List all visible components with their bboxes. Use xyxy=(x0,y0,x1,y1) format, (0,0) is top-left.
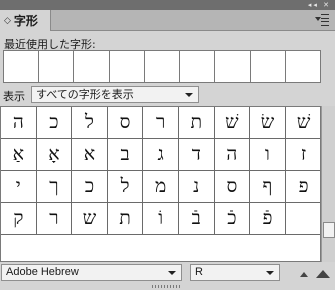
glyph-cell[interactable]: בֿ xyxy=(178,203,215,235)
glyph-grid-scrollbar[interactable] xyxy=(321,106,335,262)
glyph-cell[interactable]: ת xyxy=(178,107,215,139)
tab-label: 字形 xyxy=(13,14,38,28)
font-style-select[interactable]: R xyxy=(190,264,280,281)
display-label: 表示 xyxy=(3,90,25,103)
chevron-down-icon xyxy=(185,93,193,97)
glyph-cell[interactable]: ל xyxy=(72,107,108,139)
glyph-cell[interactable]: מ xyxy=(143,171,179,203)
resize-grip[interactable] xyxy=(152,285,182,288)
glyph-grid: ה כ ל ס ר ת שׁ שׂ שׁ אַ אָ א ב ג ד ה ו ז י ך כ ל מ נ ס ף פ ק ר ש ת וֹ בֿ… xyxy=(1,107,320,235)
glyph-cell[interactable]: כ xyxy=(36,107,73,139)
chevron-icon[interactable]: ◇ xyxy=(4,16,11,26)
panel-title-bar[interactable]: ◂◂ ✕ xyxy=(0,0,335,10)
panel-controls[interactable]: ◂◂ ✕ xyxy=(308,1,331,9)
large-mountain-icon xyxy=(316,270,330,278)
display-row: 表示 すべての字形を表示 xyxy=(0,86,335,104)
font-family-value: Adobe Hebrew xyxy=(6,266,79,278)
glyph-cell[interactable]: ז xyxy=(285,139,320,171)
font-style-value: R xyxy=(195,266,203,278)
glyph-cell[interactable]: וֹ xyxy=(143,203,179,235)
recent-glyphs-grid xyxy=(3,50,321,83)
glyph-cell[interactable]: ב xyxy=(107,139,144,171)
recent-glyph-slot[interactable] xyxy=(251,51,286,82)
glyph-cell[interactable]: י xyxy=(1,171,37,203)
recent-glyph-slot[interactable] xyxy=(286,51,320,82)
recent-glyph-slot[interactable] xyxy=(4,51,40,82)
zoom-in-button[interactable] xyxy=(315,267,331,279)
glyph-cell[interactable]: אָ xyxy=(36,139,73,171)
scrollbar-thumb[interactable] xyxy=(323,222,335,238)
menu-arrow-icon xyxy=(315,17,321,21)
glyph-cell[interactable]: ג xyxy=(143,139,179,171)
tab-glyphs[interactable]: ◇ 字形 xyxy=(0,10,51,31)
glyph-cell[interactable]: ר xyxy=(36,203,73,235)
glyph-cell[interactable]: ה xyxy=(1,107,37,139)
small-mountain-icon xyxy=(300,272,308,277)
chevron-down-icon xyxy=(266,271,274,275)
font-row: Adobe Hebrew R xyxy=(0,264,335,282)
glyph-cell[interactable]: ל xyxy=(107,171,144,203)
panel-menu-button[interactable] xyxy=(315,14,329,26)
glyph-cell[interactable]: שׁ xyxy=(285,107,320,139)
zoom-out-button[interactable] xyxy=(296,267,312,279)
glyph-cell[interactable]: ף xyxy=(250,171,286,203)
display-filter-value: すべての字形を表示 xyxy=(36,88,134,101)
glyph-cell[interactable]: פֿ xyxy=(250,203,286,235)
tab-strip: ◇ 字形 xyxy=(0,10,335,31)
glyph-cell[interactable]: ה xyxy=(214,139,251,171)
glyph-cell[interactable]: ס xyxy=(107,107,144,139)
glyph-cell[interactable]: ס xyxy=(214,171,251,203)
glyph-cell[interactable]: א xyxy=(72,139,108,171)
glyph-cell[interactable]: שׂ xyxy=(250,107,286,139)
glyph-cell[interactable]: ך xyxy=(36,171,73,203)
glyph-cell[interactable]: כֿ xyxy=(214,203,251,235)
glyph-cell[interactable]: אַ xyxy=(1,139,37,171)
chevron-down-icon xyxy=(168,271,176,275)
recent-glyph-slot[interactable] xyxy=(215,51,251,82)
glyph-cell[interactable]: ש xyxy=(72,203,108,235)
glyph-cell[interactable]: כ xyxy=(72,171,108,203)
recent-glyph-slot[interactable] xyxy=(39,51,75,82)
recent-glyph-slot[interactable] xyxy=(180,51,216,82)
recent-glyph-slot[interactable] xyxy=(145,51,181,82)
glyph-cell[interactable]: שׁ xyxy=(214,107,251,139)
glyph-cell[interactable]: ק xyxy=(1,203,37,235)
glyph-cell[interactable]: ד xyxy=(178,139,215,171)
glyph-cell[interactable]: ו xyxy=(250,139,286,171)
font-family-select[interactable]: Adobe Hebrew xyxy=(1,264,182,281)
glyph-cell[interactable]: פ xyxy=(285,171,320,203)
glyph-cell[interactable]: נ xyxy=(178,171,215,203)
glyph-grid-container: ה כ ל ס ר ת שׁ שׂ שׁ אַ אָ א ב ג ד ה ו ז י ך כ ל מ נ ס ף פ ק ר ש ת וֹ בֿ… xyxy=(0,106,321,262)
glyph-cell[interactable] xyxy=(285,203,320,235)
glyph-cell[interactable]: ר xyxy=(143,107,179,139)
recent-glyph-slot[interactable] xyxy=(74,51,110,82)
display-filter-select[interactable]: すべての字形を表示 xyxy=(31,86,199,103)
recent-glyph-slot[interactable] xyxy=(110,51,145,82)
glyph-cell[interactable]: ת xyxy=(107,203,144,235)
